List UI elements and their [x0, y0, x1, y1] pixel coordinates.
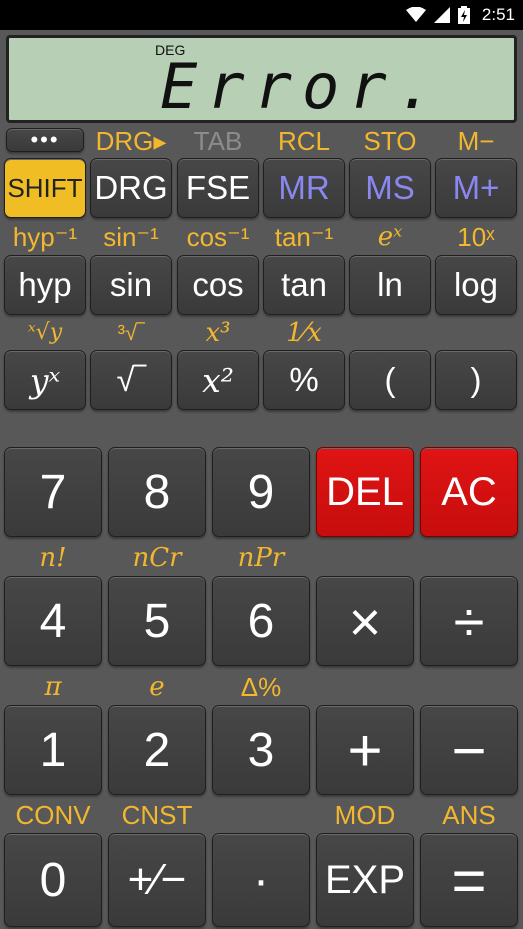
digit-2-button[interactable]: 2 — [108, 705, 206, 795]
label-e-power-x: eˣ — [377, 222, 403, 252]
power-button[interactable]: yˣ — [4, 350, 86, 410]
label-euler: e — [149, 672, 165, 702]
tan-button[interactable]: tan — [263, 255, 345, 315]
label-tan-inverse: tan⁻¹ — [274, 222, 334, 252]
digit-0-button[interactable]: 0 — [4, 833, 102, 927]
exp-button[interactable]: EXP — [316, 833, 414, 927]
cos-button[interactable]: cos — [177, 255, 259, 315]
digit-3-button[interactable]: 3 — [212, 705, 310, 795]
label-delta-percent: Δ% — [240, 672, 282, 702]
divide-button[interactable]: ÷ — [420, 576, 518, 666]
add-button[interactable]: + — [316, 705, 414, 795]
calculator-display: DEG Error. — [6, 35, 517, 123]
label-drg-cycle: DRG▸ — [95, 126, 167, 156]
label-ten-power-x: 10ˣ — [457, 222, 495, 252]
percent-button[interactable]: % — [263, 350, 345, 410]
battery-charging-icon — [457, 6, 470, 24]
label-cnst: CNST — [121, 800, 193, 830]
label-conv: CONV — [15, 800, 91, 830]
ln-button[interactable]: ln — [349, 255, 431, 315]
label-ans: ANS — [442, 800, 496, 830]
digit-8-button[interactable]: 8 — [108, 447, 206, 537]
drg-button[interactable]: DRG — [90, 158, 172, 218]
label-x-root-y: ˣ√y — [27, 320, 63, 345]
label-pi: π — [44, 672, 62, 702]
label-cube-root: ³√‾ — [117, 320, 145, 345]
label-sin-inverse: sin⁻¹ — [103, 222, 159, 252]
sign-toggle-button[interactable]: +⁄− — [108, 833, 206, 927]
label-npr: nPr — [237, 543, 285, 573]
status-icons: 2:51 — [405, 0, 515, 30]
shift-button[interactable]: SHIFT — [4, 158, 86, 218]
label-m-minus: M− — [457, 126, 495, 156]
multiply-button[interactable]: × — [316, 576, 414, 666]
square-button[interactable]: x² — [177, 350, 259, 410]
label-x-cubed: x³ — [205, 318, 231, 348]
label-mod: MOD — [334, 800, 396, 830]
digit-7-button[interactable]: 7 — [4, 447, 102, 537]
fse-button[interactable]: FSE — [177, 158, 259, 218]
delete-button[interactable]: DEL — [316, 447, 414, 537]
signal-icon — [433, 7, 450, 23]
m-plus-button[interactable]: M+ — [435, 158, 517, 218]
equals-button[interactable]: = — [420, 833, 518, 927]
status-time: 2:51 — [481, 5, 515, 24]
label-sto: STO — [363, 126, 417, 156]
label-reciprocal: 1⁄x — [286, 318, 322, 348]
digit-9-button[interactable]: 9 — [212, 447, 310, 537]
display-result: Error. — [160, 50, 444, 123]
digit-6-button[interactable]: 6 — [212, 576, 310, 666]
label-rcl: RCL — [277, 126, 330, 156]
square-root-button[interactable]: √‾ — [90, 350, 172, 410]
digit-5-button[interactable]: 5 — [108, 576, 206, 666]
log-button[interactable]: log — [435, 255, 517, 315]
menu-button[interactable]: ••• — [6, 127, 84, 152]
sin-button[interactable]: sin — [90, 255, 172, 315]
label-cos-inverse: cos⁻¹ — [186, 222, 250, 252]
label-factorial: n! — [39, 543, 67, 573]
subtract-button[interactable]: − — [420, 705, 518, 795]
digit-4-button[interactable]: 4 — [4, 576, 102, 666]
digit-1-button[interactable]: 1 — [4, 705, 102, 795]
open-paren-button[interactable]: ( — [349, 350, 431, 410]
label-tab: TAB — [193, 126, 243, 156]
decimal-point-button[interactable]: · — [212, 833, 310, 927]
all-clear-button[interactable]: AC — [420, 447, 518, 537]
close-paren-button[interactable]: ) — [435, 350, 517, 410]
hyp-button[interactable]: hyp — [4, 255, 86, 315]
ms-button[interactable]: MS — [349, 158, 431, 218]
status-bar: 2:51 — [0, 0, 523, 30]
label-ncr: nCr — [132, 543, 182, 573]
label-hyp-inverse: hyp⁻¹ — [12, 222, 78, 252]
mr-button[interactable]: MR — [263, 158, 345, 218]
wifi-icon — [405, 7, 426, 22]
